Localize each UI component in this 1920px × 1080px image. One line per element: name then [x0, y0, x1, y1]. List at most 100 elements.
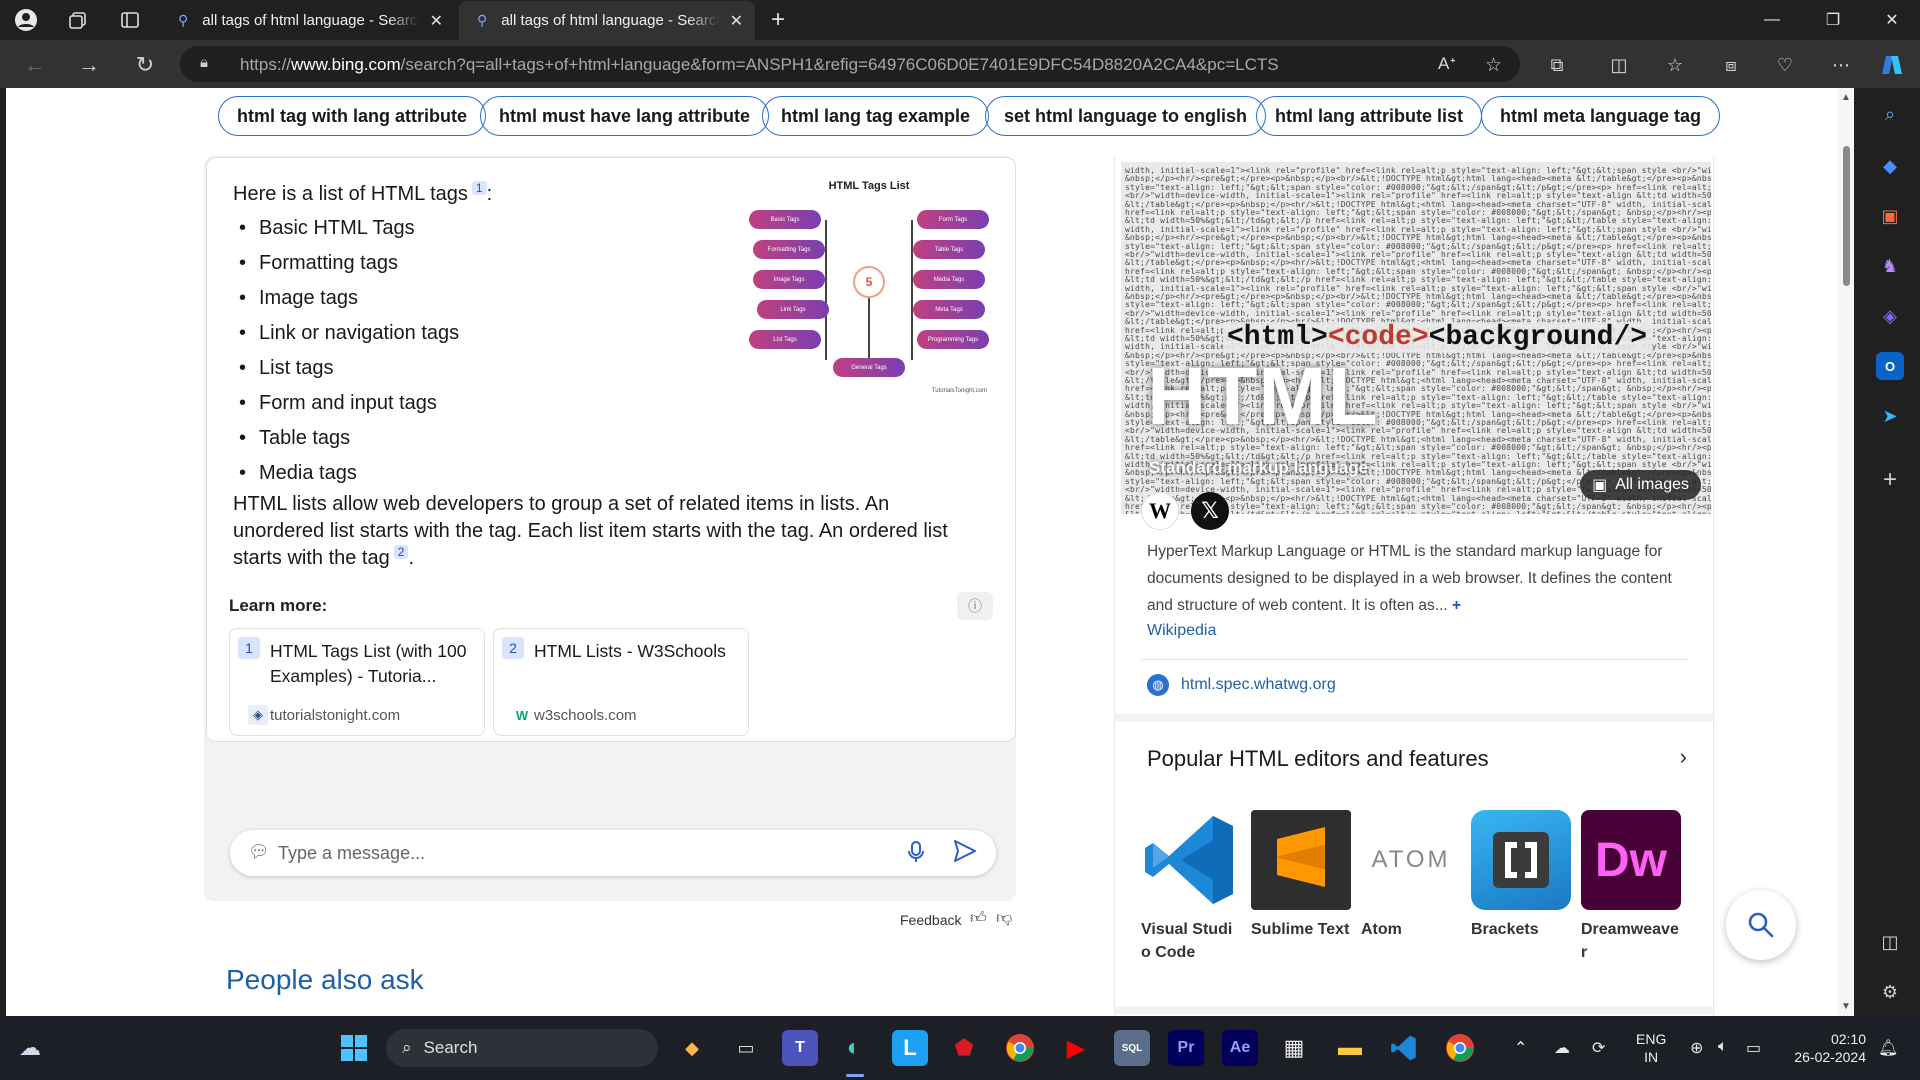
search-icon[interactable]: ⌕: [1876, 100, 1904, 128]
scroll-down-icon[interactable]: ▼: [1841, 1001, 1851, 1012]
source-card[interactable]: 2 HTML Lists - W3Schools W w3schools.com: [493, 628, 749, 736]
sql-tool-icon[interactable]: SQL: [1114, 1030, 1150, 1066]
url-field[interactable]: 🔒︎ https://www.bing.com/search?q=all+tag…: [180, 46, 1520, 82]
chrome-profile-icon[interactable]: [1442, 1030, 1478, 1066]
extensions-icon[interactable]: ⧉: [1542, 50, 1572, 80]
send-icon[interactable]: [952, 838, 978, 870]
copilot-icon[interactable]: [1877, 50, 1907, 80]
read-aloud-icon[interactable]: Aᐩ: [1438, 54, 1456, 74]
lock-icon[interactable]: 🔒︎: [200, 54, 208, 71]
battery-icon[interactable]: ▭: [1746, 1038, 1761, 1058]
mcafee-icon[interactable]: ⬟: [946, 1030, 982, 1066]
related-search-chip[interactable]: html meta language tag: [1481, 96, 1721, 136]
related-search-chip[interactable]: set html language to english: [985, 96, 1267, 136]
expand-description-button[interactable]: +: [1452, 597, 1461, 614]
html-hero-image[interactable]: width, initial-scale=1"><link rel="profi…: [1121, 162, 1711, 514]
after-effects-icon[interactable]: Ae: [1222, 1030, 1258, 1066]
related-search-chip[interactable]: html tag with lang attribute: [218, 96, 486, 136]
volume-muted-icon[interactable]: 🔈︎: [1718, 1038, 1728, 1056]
outlook-icon[interactable]: O: [1876, 352, 1904, 380]
system-clock[interactable]: 02:10 26-02-2024: [1788, 1030, 1866, 1066]
restore-icon[interactable]: ❐: [1805, 0, 1861, 40]
html-tags-infographic[interactable]: HTML Tags List Basic Tags Formatting Tag…: [745, 178, 993, 396]
collections-icon[interactable]: ⧈: [1716, 50, 1746, 80]
x-twitter-icon[interactable]: 𝕏: [1191, 492, 1229, 530]
all-images-button[interactable]: ▣ All images: [1580, 470, 1701, 500]
chevron-up-icon[interactable]: ⌃: [1514, 1038, 1527, 1058]
source-card[interactable]: 1 HTML Tags List (with 100 Examples) - T…: [229, 628, 485, 736]
profile-icon[interactable]: [12, 6, 40, 34]
task-view-icon[interactable]: ▭: [728, 1030, 764, 1066]
edge-browser-icon[interactable]: ◐: [836, 1030, 872, 1066]
lightshot-icon[interactable]: L: [892, 1030, 928, 1066]
url-text[interactable]: https://www.bing.com/search?q=all+tags+o…: [240, 55, 1279, 75]
language-indicator[interactable]: ENG IN: [1636, 1030, 1666, 1066]
official-site-link[interactable]: html.spec.whatwg.org: [1181, 676, 1336, 694]
forward-icon[interactable]: →: [74, 50, 104, 80]
browser-essentials-icon[interactable]: ♡: [1770, 50, 1800, 80]
weather-widget-icon[interactable]: ☁: [12, 1030, 48, 1066]
sync-icon[interactable]: ⟳: [1592, 1038, 1605, 1058]
windows-start-icon[interactable]: [336, 1030, 372, 1066]
shopping-tag-icon[interactable]: ◆: [1876, 152, 1904, 180]
close-window-icon[interactable]: ✕: [1864, 0, 1920, 40]
more-menu-icon[interactable]: ⋯: [1826, 50, 1856, 80]
message-input-box[interactable]: 💬︎ Type a message...: [230, 830, 996, 876]
editor-card-sublime[interactable]: Sublime Text: [1251, 810, 1351, 941]
editors-section-title[interactable]: Popular HTML editors and features: [1147, 746, 1489, 772]
youtube-icon[interactable]: ▶: [1058, 1030, 1094, 1066]
favorite-star-icon[interactable]: ☆: [1485, 54, 1502, 77]
scroll-thumb[interactable]: [1843, 146, 1850, 286]
microsoft-store-icon[interactable]: ▦: [1276, 1030, 1312, 1066]
workspaces-icon[interactable]: [64, 6, 92, 34]
citation-badge[interactable]: 2: [393, 545, 409, 560]
editor-card-brackets[interactable]: Brackets: [1471, 810, 1571, 941]
taskbar-search-box[interactable]: ⌕ Search: [386, 1029, 658, 1067]
chevron-right-icon[interactable]: ›: [1680, 744, 1687, 770]
close-tab-icon[interactable]: ✕: [430, 11, 443, 31]
editor-card-vscode[interactable]: Visual Studio Code: [1141, 810, 1241, 964]
floating-search-icon[interactable]: [1726, 890, 1796, 960]
onedrive-icon[interactable]: ☁: [1554, 1038, 1570, 1058]
editor-card-atom[interactable]: ATOM Atom: [1361, 810, 1461, 941]
refresh-icon[interactable]: ↻: [130, 50, 160, 80]
tab-search-2[interactable]: ⚲ all tags of html language - Search ✕: [459, 1, 755, 40]
citation-badge[interactable]: 1: [471, 181, 487, 196]
related-search-chip[interactable]: html lang tag example: [762, 96, 990, 136]
hide-sidebar-icon[interactable]: ◫: [1876, 928, 1904, 956]
file-explorer-icon[interactable]: ▬: [1332, 1030, 1368, 1066]
premiere-pro-icon[interactable]: Pr: [1168, 1030, 1204, 1066]
vscode-taskbar-icon[interactable]: [1386, 1030, 1422, 1066]
send-to-phone-icon[interactable]: ➤: [1876, 402, 1904, 430]
page-scrollbar[interactable]: ▲ ▼: [1838, 88, 1854, 1016]
microphone-icon[interactable]: [906, 840, 926, 870]
favorites-icon[interactable]: ☆: [1660, 50, 1690, 80]
teams-icon[interactable]: T: [782, 1030, 818, 1066]
copilot-designer-icon[interactable]: ◈: [1876, 302, 1904, 330]
scroll-up-icon[interactable]: ▲: [1841, 92, 1851, 103]
new-tab-icon[interactable]: +: [764, 6, 792, 34]
back-icon[interactable]: ←: [20, 50, 50, 80]
related-search-chip[interactable]: html must have lang attribute: [480, 96, 770, 136]
info-icon[interactable]: ⓘ: [957, 592, 993, 620]
thumbs-down-icon[interactable]: 👎︎: [996, 909, 1012, 928]
split-screen-icon[interactable]: ◫: [1604, 50, 1634, 80]
message-input[interactable]: Type a message...: [278, 843, 425, 864]
feedback-label[interactable]: Feedback: [900, 912, 961, 928]
related-search-chip[interactable]: html lang attribute list: [1256, 96, 1483, 136]
thumbs-up-icon[interactable]: 👍︎: [970, 909, 987, 928]
editor-card-dreamweaver[interactable]: Dw Dreamweaver: [1581, 810, 1681, 964]
close-tab-icon[interactable]: ✕: [730, 11, 743, 31]
vertical-tabs-icon[interactable]: [116, 6, 144, 34]
games-icon[interactable]: ♞: [1876, 252, 1904, 280]
tools-icon[interactable]: ▣: [1876, 202, 1904, 230]
network-icon[interactable]: ⊕: [1690, 1038, 1703, 1058]
tab-search-1[interactable]: ⚲ all tags of html language - Search ✕: [160, 1, 455, 40]
wikipedia-link[interactable]: Wikipedia: [1147, 622, 1216, 640]
add-icon[interactable]: +: [1876, 466, 1904, 494]
chrome-icon[interactable]: [1002, 1030, 1038, 1066]
notifications-bell-icon[interactable]: 🔔︎: [1878, 1038, 1898, 1058]
minimize-icon[interactable]: —: [1744, 0, 1800, 40]
settings-gear-icon[interactable]: ⚙: [1876, 978, 1904, 1006]
copilot-preview-icon[interactable]: ◆: [674, 1030, 710, 1066]
